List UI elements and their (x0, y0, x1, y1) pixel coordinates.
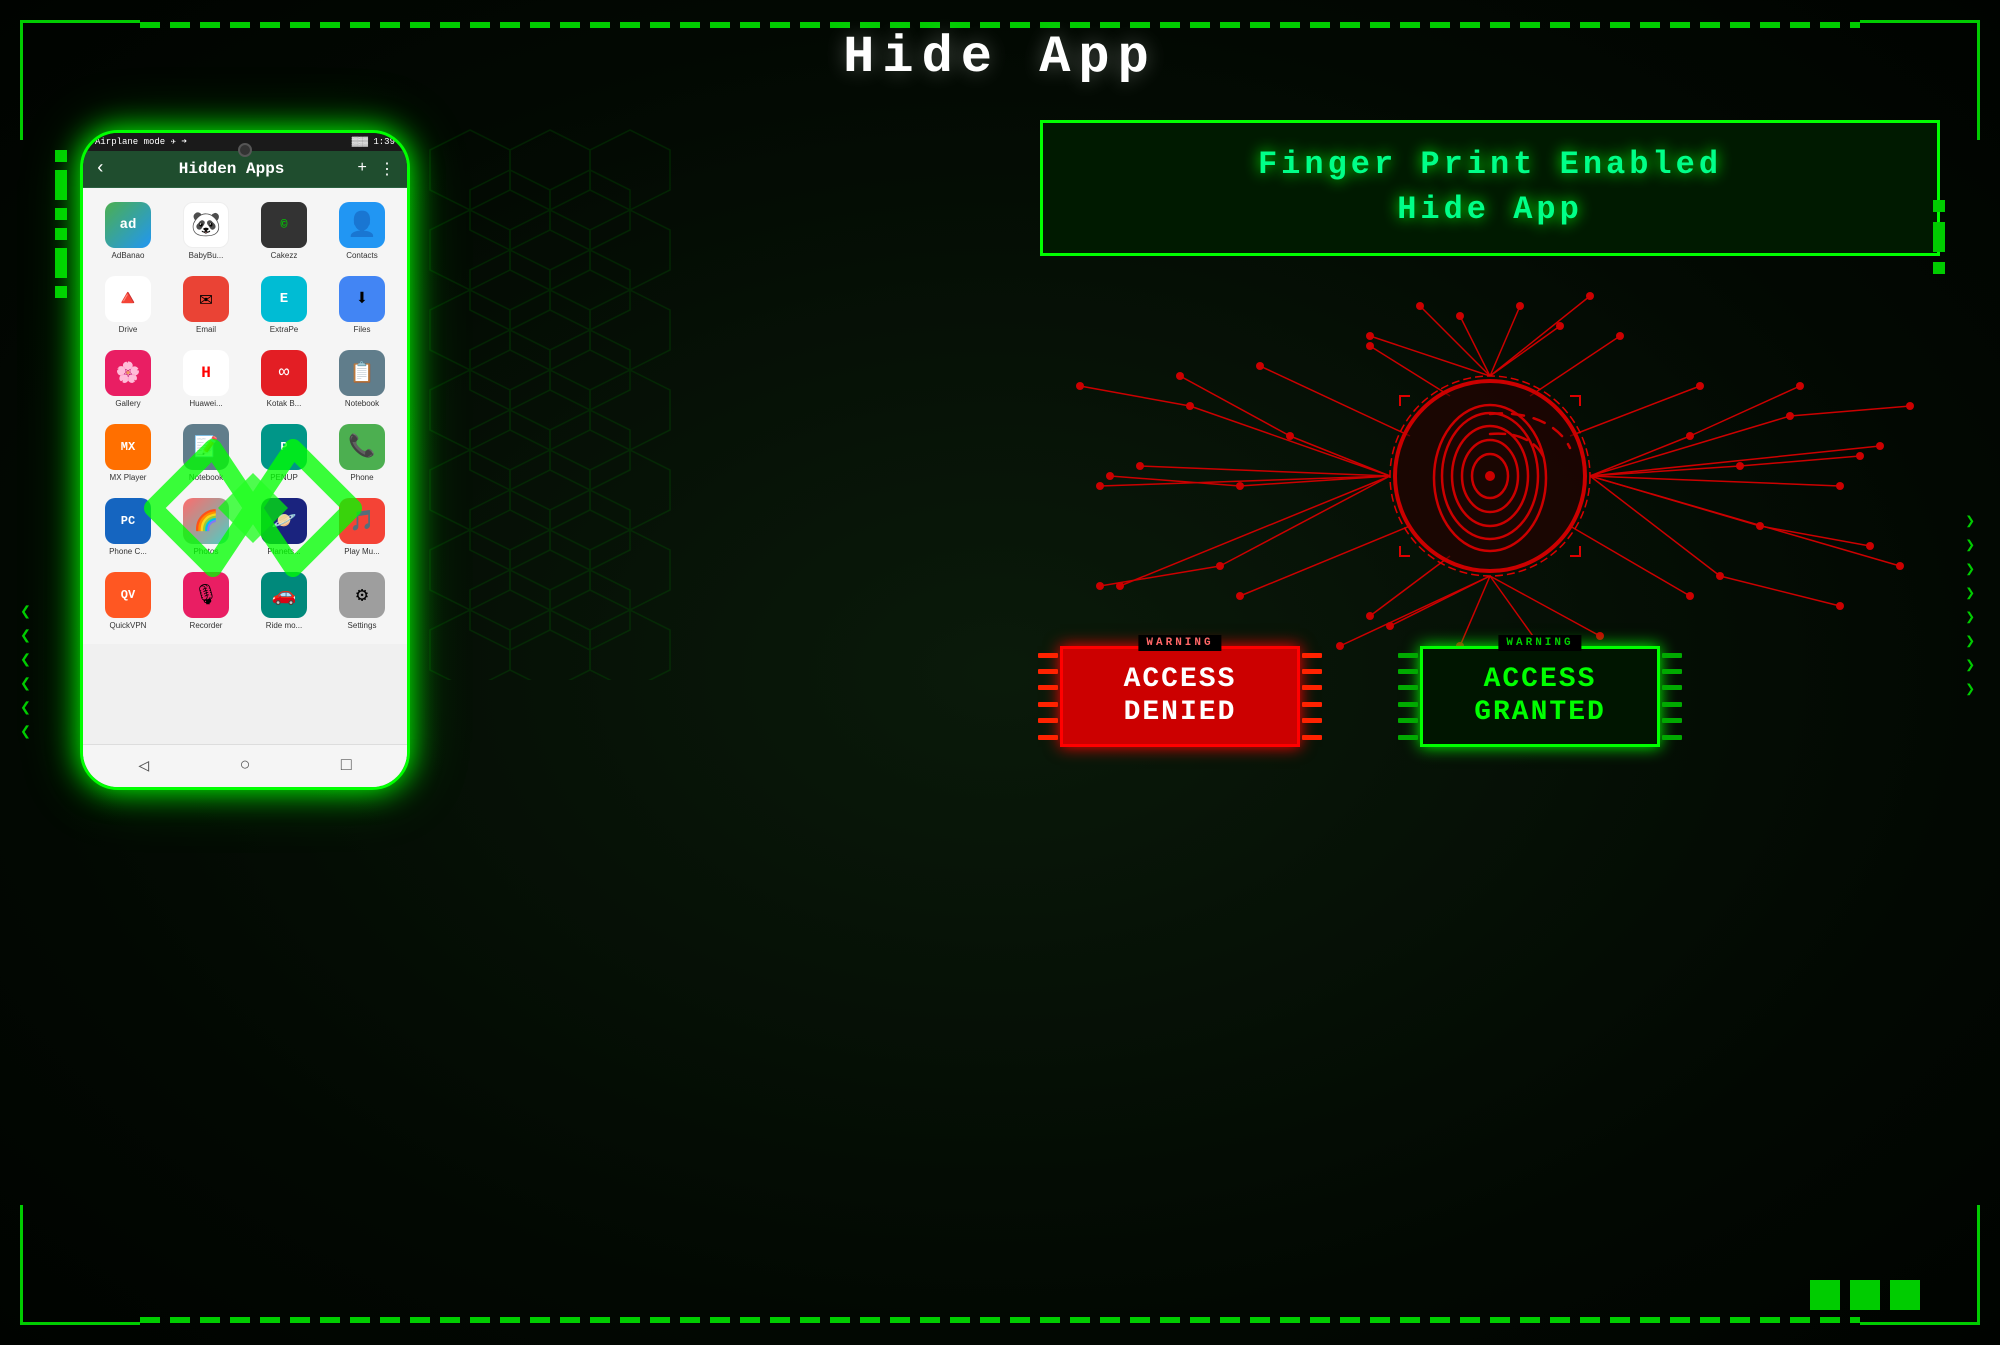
corner-bl-decoration (20, 1205, 140, 1325)
app-label: AdBanao (112, 251, 145, 260)
tech-right-top (1933, 200, 1945, 274)
phone-camera (238, 143, 252, 157)
list-item[interactable]: E ExtraPe (247, 270, 321, 340)
app-icon-files: ⬇ (339, 276, 385, 322)
dot-1 (1810, 1280, 1840, 1310)
app-label: Contacts (346, 251, 378, 260)
dot-3 (1890, 1280, 1920, 1310)
back-icon[interactable]: ‹ (95, 159, 106, 179)
app-icon-contacts: 👤 (339, 202, 385, 248)
fingerprint-label-box: Finger Print Enabled Hide App (1040, 120, 1940, 256)
app-icon-ad: ad (105, 202, 151, 248)
bottom-indicator-dots (1810, 1280, 1920, 1310)
right-panel: Finger Print Enabled Hide App (1040, 120, 1940, 747)
phone-mockup: Airplane mode ✈ ➜ ▓▓▓ 1:39 ‹ Hidden Apps… (80, 130, 410, 790)
page-title: Hide App (843, 28, 1157, 87)
bottom-border-strip (140, 1317, 1860, 1323)
denied-stripe-right (1302, 649, 1322, 744)
phone-nav-bar: ◁ ○ □ (83, 744, 407, 787)
corner-tl-decoration (20, 20, 140, 140)
phone-screen: ad AdBanao 🐼 BabyBu... © Cakezz 👤 Contac… (83, 188, 407, 787)
list-item[interactable]: ⬇ Files (325, 270, 399, 340)
status-left: Airplane mode ✈ ➜ (95, 137, 187, 147)
green-overlay (133, 388, 373, 628)
home-nav-icon[interactable]: ○ (240, 756, 251, 776)
app-label: BabyBu... (189, 251, 224, 260)
access-denied-text: ACCESSDENIED (1093, 663, 1267, 730)
warning-denied-label: WARNING (1138, 635, 1221, 651)
phone-content: Airplane mode ✈ ➜ ▓▓▓ 1:39 ‹ Hidden Apps… (83, 133, 407, 787)
fingerprint-label: Finger Print Enabled Hide App (1083, 143, 1897, 233)
app-icon-cakez: © (261, 202, 307, 248)
app-icon-email: ✉ (183, 276, 229, 322)
app-label: Drive (119, 325, 138, 334)
access-denied-badge: WARNING ACCESSDENIED (1060, 646, 1300, 747)
list-item[interactable]: 🐼 BabyBu... (169, 196, 243, 266)
access-granted-badge: WARNING ACCESSGRANTED (1420, 646, 1660, 747)
phone-header-icons: + ⋮ (357, 159, 395, 179)
app-icon-drive: 🔺 (105, 276, 151, 322)
more-icon[interactable]: ⋮ (379, 159, 395, 179)
warning-granted-label: WARNING (1498, 635, 1581, 651)
left-chevrons: ❮ ❮ ❮ ❮ ❮ ❮ (20, 604, 31, 742)
list-item[interactable]: © Cakezz (247, 196, 321, 266)
app-label: ExtraPe (270, 325, 298, 334)
denied-stripe-left (1038, 649, 1058, 744)
app-label: Files (354, 325, 371, 334)
add-icon[interactable]: + (357, 159, 367, 179)
hex-pattern (420, 120, 700, 680)
app-icon-extra: E (261, 276, 307, 322)
list-item[interactable]: ad AdBanao (91, 196, 165, 266)
back-nav-icon[interactable]: ◁ (138, 755, 149, 777)
dot-2 (1850, 1280, 1880, 1310)
app-icon-baby: 🐼 (183, 202, 229, 248)
fingerprint-graphic-area (1040, 286, 1940, 666)
bracket-tr (1910, 120, 1940, 150)
app-label: Cakezz (271, 251, 298, 260)
status-right: ▓▓▓ 1:39 (352, 137, 395, 147)
granted-stripe-left (1398, 649, 1418, 744)
list-item[interactable]: 🔺 Drive (91, 270, 165, 340)
bracket-bl (1040, 226, 1070, 256)
recent-nav-icon[interactable]: □ (341, 756, 352, 776)
tech-left-decorations (55, 150, 67, 298)
list-item[interactable]: 👤 Contacts (325, 196, 399, 266)
access-granted-text: ACCESSGRANTED (1453, 663, 1627, 730)
phone-frame: Airplane mode ✈ ➜ ▓▓▓ 1:39 ‹ Hidden Apps… (80, 130, 410, 790)
phone-header-title: Hidden Apps (179, 160, 285, 178)
list-item[interactable]: ✉ Email (169, 270, 243, 340)
fingerprint-network-svg (1040, 286, 1940, 666)
right-arrow-decorations: ❯ ❯ ❯ ❯ ❯ ❯ ❯ ❯ (1965, 511, 1975, 699)
app-label: Email (196, 325, 216, 334)
granted-stripe-right (1662, 649, 1682, 744)
